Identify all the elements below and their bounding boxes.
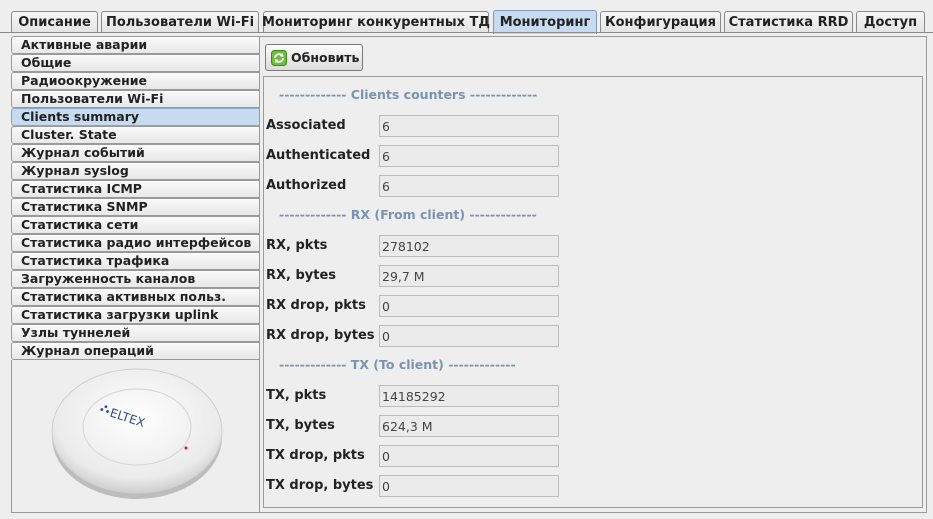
field-rx-bytes[interactable] xyxy=(379,265,559,287)
label-tx-drop-bytes: TX drop, bytes xyxy=(266,478,374,493)
device-image-area: ELTEX xyxy=(11,360,260,513)
sidebar-item-wifi-users[interactable]: Пользователи Wi-Fi xyxy=(11,90,260,108)
field-rx-drop-pkts[interactable] xyxy=(379,295,559,317)
label-associated: Associated xyxy=(266,118,346,133)
tab-baseline xyxy=(0,32,933,33)
field-tx-drop-pkts[interactable] xyxy=(379,445,559,467)
sidebar-item-cluster-state[interactable]: Cluster. State xyxy=(11,126,260,144)
clients-summary-panel: Обновить ------------- Clients counters … xyxy=(259,36,927,513)
refresh-icon xyxy=(271,49,287,66)
sidebar-item-traffic-stats[interactable]: Статистика трафика xyxy=(11,252,260,270)
sidebar-item-network-stats[interactable]: Статистика сети xyxy=(11,216,260,234)
field-tx-bytes[interactable] xyxy=(379,415,559,437)
label-rx-drop-bytes: RX drop, bytes xyxy=(266,328,375,343)
monitoring-sidebar: Активные аварии Общие Радиоокружение Пол… xyxy=(11,36,260,513)
label-rx-drop-pkts: RX drop, pkts xyxy=(266,298,366,313)
sidebar-item-radio-environment[interactable]: Радиоокружение xyxy=(11,72,260,90)
sidebar-item-syslog[interactable]: Журнал syslog xyxy=(11,162,260,180)
label-tx-bytes: TX, bytes xyxy=(266,418,335,433)
field-rx-pkts[interactable] xyxy=(379,235,559,257)
field-authorized[interactable] xyxy=(379,175,559,197)
tab-access[interactable]: Доступ xyxy=(856,11,925,32)
sidebar-item-clients-summary[interactable]: Clients summary xyxy=(11,108,260,126)
tab-wifi-users[interactable]: Пользователи Wi-Fi xyxy=(101,11,259,32)
section-title-rx: ------------- RX (From client) ---------… xyxy=(279,207,537,222)
access-point-device-image: ELTEX xyxy=(51,368,223,499)
sidebar-item-active-user-stats[interactable]: Статистика активных польз. xyxy=(11,288,260,306)
sidebar-item-event-log[interactable]: Журнал событий xyxy=(11,144,260,162)
sidebar-item-general[interactable]: Общие xyxy=(11,54,260,72)
top-tab-bar: Описание Пользователи Wi-Fi Мониторинг к… xyxy=(0,0,933,34)
label-tx-pkts: TX, pkts xyxy=(266,388,327,403)
sidebar-item-operations-log[interactable]: Журнал операций xyxy=(11,342,260,360)
status-led-icon xyxy=(184,446,188,450)
label-rx-bytes: RX, bytes xyxy=(266,268,337,283)
tab-monitoring[interactable]: Мониторинг xyxy=(493,10,597,34)
refresh-button-label: Обновить xyxy=(291,50,360,65)
refresh-button[interactable]: Обновить xyxy=(265,44,363,71)
tab-rrd-statistics[interactable]: Статистика RRD xyxy=(724,11,853,32)
field-tx-pkts[interactable] xyxy=(379,385,559,407)
field-tx-drop-bytes[interactable] xyxy=(379,475,559,497)
section-title-tx: ------------- TX (To client) -----------… xyxy=(279,357,516,372)
label-authorized: Authorized xyxy=(266,178,347,193)
field-authenticated[interactable] xyxy=(379,145,559,167)
tab-competitor-ap-monitoring[interactable]: Мониторинг конкурентных ТД xyxy=(262,11,490,32)
sidebar-item-channel-load[interactable]: Загруженность каналов xyxy=(11,270,260,288)
sidebar-item-active-alarms[interactable]: Активные аварии xyxy=(11,36,260,54)
sidebar-item-icmp-stats[interactable]: Статистика ICMP xyxy=(11,180,260,198)
tab-description[interactable]: Описание xyxy=(11,11,98,32)
sidebar-item-radio-interface-stats[interactable]: Статистика радио интерфейсов xyxy=(11,234,260,252)
counters-content: ------------- Clients counters ---------… xyxy=(263,76,923,508)
label-rx-pkts: RX, pkts xyxy=(266,238,328,253)
field-associated[interactable] xyxy=(379,115,559,137)
field-rx-drop-bytes[interactable] xyxy=(379,325,559,347)
label-authenticated: Authenticated xyxy=(266,148,371,163)
sidebar-item-uplink-load-stats[interactable]: Статистика загрузки uplink xyxy=(11,306,260,324)
tab-configuration[interactable]: Конфигурация xyxy=(600,11,721,32)
label-tx-drop-pkts: TX drop, pkts xyxy=(266,448,365,463)
sidebar-item-snmp-stats[interactable]: Статистика SNMP xyxy=(11,198,260,216)
sidebar-item-tunnel-nodes[interactable]: Узлы туннелей xyxy=(11,324,260,342)
section-title-clients-counters: ------------- Clients counters ---------… xyxy=(279,87,538,102)
